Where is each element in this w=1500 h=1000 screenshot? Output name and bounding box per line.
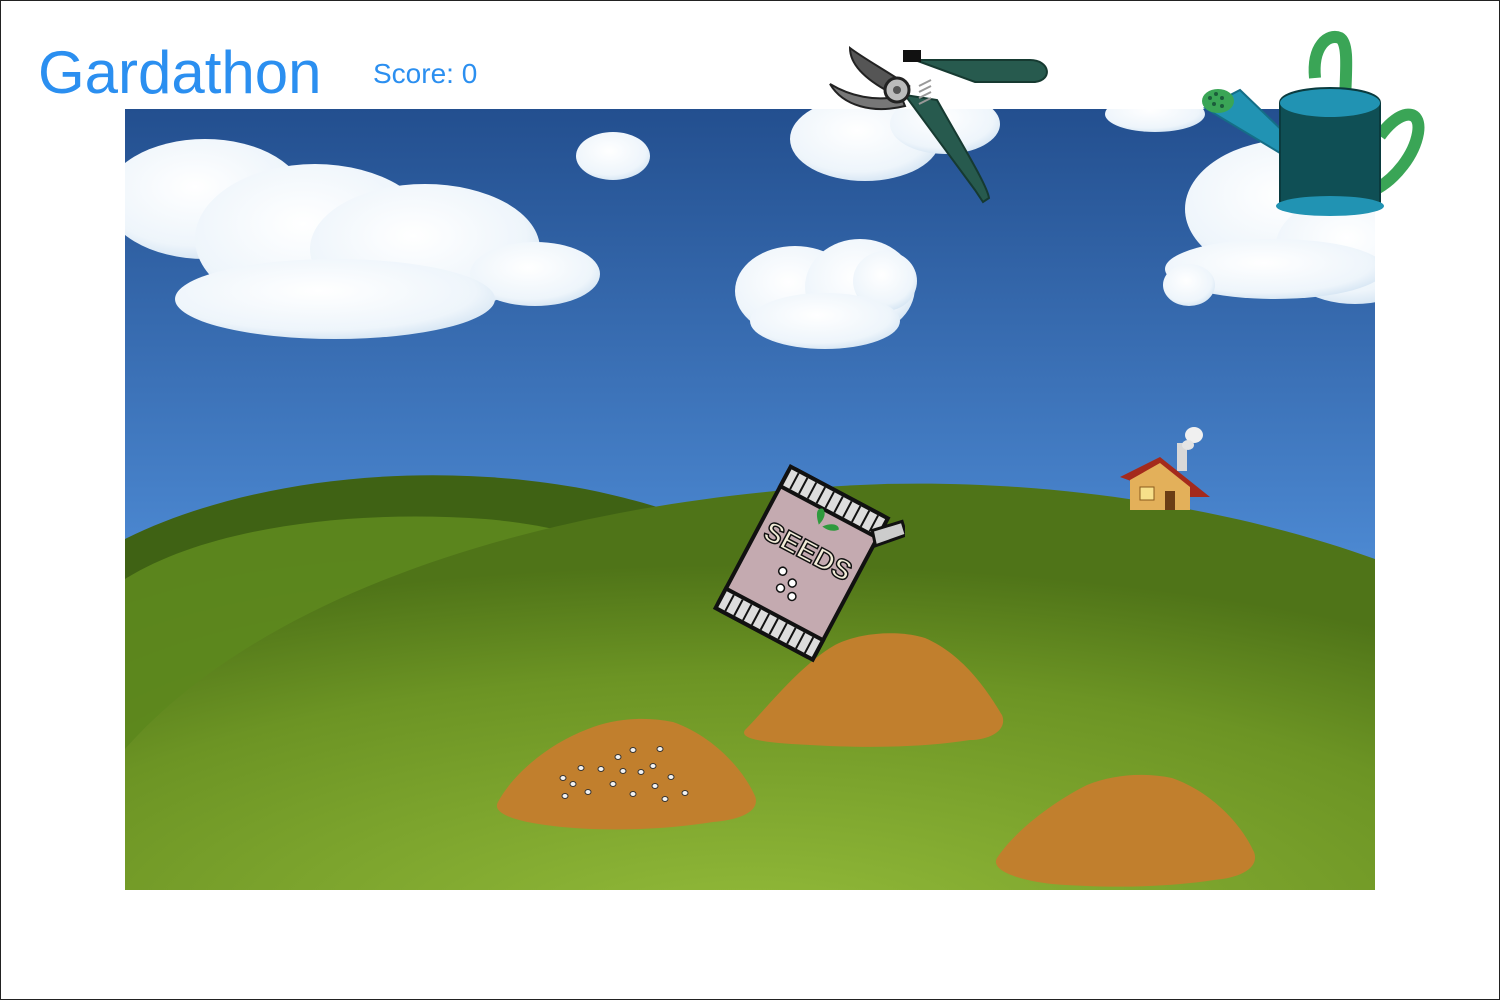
house-icon	[1120, 427, 1210, 510]
cloud-small-2	[1163, 264, 1215, 306]
watering-can-icon	[1202, 31, 1425, 216]
pruning-shears-icon	[829, 45, 1048, 204]
watering-can-tool[interactable]	[1200, 28, 1425, 224]
cloud-small-1	[576, 132, 650, 180]
cloud-mid	[735, 239, 917, 349]
soil-plot-2[interactable]	[493, 714, 761, 836]
game-title: Gardathon	[38, 39, 322, 106]
seed-packet-icon: SEEDS	[712, 464, 909, 663]
score-display: Score: 0	[373, 56, 477, 92]
score-value: 0	[461, 58, 478, 89]
score-label: Score:	[373, 58, 454, 89]
pruning-shears-tool[interactable]	[825, 40, 1050, 208]
seed-packet-tool[interactable]: SEEDS	[700, 460, 909, 665]
soil-plot-3[interactable]	[992, 770, 1260, 892]
